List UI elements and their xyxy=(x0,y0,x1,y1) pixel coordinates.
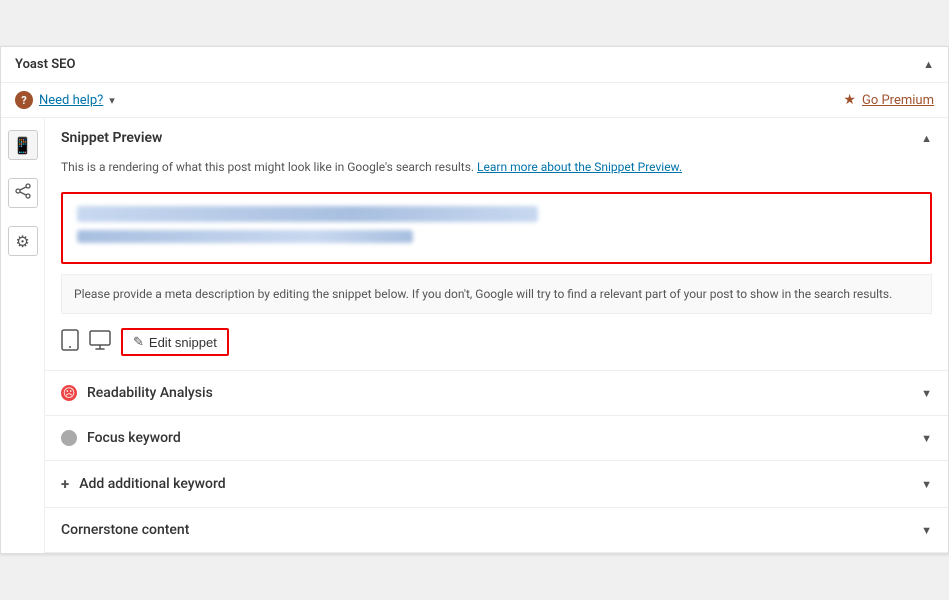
sidebar: 📱 ⚙ xyxy=(1,118,45,553)
focus-keyword-section[interactable]: Focus keyword ▼ xyxy=(45,416,948,461)
plus-icon: + xyxy=(61,475,69,493)
focus-keyword-left: Focus keyword xyxy=(61,430,181,446)
desktop-device-icon[interactable] xyxy=(89,330,111,354)
edit-snippet-button[interactable]: ✎ Edit snippet xyxy=(121,328,229,356)
content-area: Snippet Preview ▲ This is a rendering of… xyxy=(45,118,948,553)
yoast-panel: Yoast SEO ▲ ? Need help? ▾ ★ Go Premium … xyxy=(0,46,949,554)
readability-left: ☹ Readability Analysis xyxy=(61,385,213,401)
panel-collapse-arrow[interactable]: ▲ xyxy=(923,58,934,71)
additional-keyword-left: + Add additional keyword xyxy=(61,475,226,493)
help-icon[interactable]: ? xyxy=(15,91,33,109)
snippet-preview-description: This is a rendering of what this post mi… xyxy=(45,158,948,186)
sidebar-icon-settings[interactable]: ⚙ xyxy=(8,226,38,256)
star-icon: ★ xyxy=(843,92,856,108)
snippet-url-blurred xyxy=(77,230,413,243)
focus-keyword-dot xyxy=(61,430,77,446)
readability-arrow: ▼ xyxy=(921,387,932,400)
toolbar: ? Need help? ▾ ★ Go Premium xyxy=(1,83,948,118)
need-help-link[interactable]: Need help? xyxy=(39,93,103,108)
snippet-preview-collapse[interactable]: ▲ xyxy=(921,132,932,145)
focus-keyword-arrow: ▼ xyxy=(921,432,932,445)
snippet-actions: ✎ Edit snippet xyxy=(45,324,948,370)
cornerstone-left: Cornerstone content xyxy=(61,522,189,538)
snippet-preview-section: Snippet Preview ▲ This is a rendering of… xyxy=(45,118,948,371)
readability-label: Readability Analysis xyxy=(87,385,213,401)
additional-keyword-arrow: ▼ xyxy=(921,478,932,491)
mobile-device-icon[interactable] xyxy=(61,329,79,355)
cornerstone-arrow: ▼ xyxy=(921,524,932,537)
sidebar-icon-share[interactable] xyxy=(8,178,38,208)
snippet-preview-box xyxy=(61,192,932,264)
main-content: 📱 ⚙ xyxy=(1,118,948,553)
toolbar-left: ? Need help? ▾ xyxy=(15,91,115,109)
panel-title: Yoast SEO xyxy=(15,57,75,72)
snippet-preview-header: Snippet Preview ▲ xyxy=(45,118,948,158)
cornerstone-label: Cornerstone content xyxy=(61,522,189,538)
snippet-title-blurred xyxy=(77,206,538,222)
additional-keyword-section[interactable]: + Add additional keyword ▼ xyxy=(45,461,948,508)
snippet-warning: Please provide a meta description by edi… xyxy=(61,274,932,314)
mobile-icon: 📱 xyxy=(13,136,33,155)
sidebar-icon-mobile[interactable]: 📱 xyxy=(8,130,38,160)
additional-keyword-label: Add additional keyword xyxy=(79,476,225,492)
learn-more-link[interactable]: Learn more about the Snippet Preview. xyxy=(477,160,682,174)
pencil-icon: ✎ xyxy=(133,334,144,350)
chevron-down-icon[interactable]: ▾ xyxy=(109,94,115,107)
share-icon xyxy=(15,183,31,203)
go-premium-area: ★ Go Premium xyxy=(843,92,934,108)
settings-icon: ⚙ xyxy=(15,232,29,251)
readability-status-icon: ☹ xyxy=(61,385,77,401)
panel-header: Yoast SEO ▲ xyxy=(1,47,948,83)
focus-keyword-label: Focus keyword xyxy=(87,430,181,446)
cornerstone-section[interactable]: Cornerstone content ▼ xyxy=(45,508,948,553)
snippet-preview-title: Snippet Preview xyxy=(61,130,162,146)
readability-section[interactable]: ☹ Readability Analysis ▼ xyxy=(45,371,948,416)
go-premium-button[interactable]: Go Premium xyxy=(862,93,934,108)
